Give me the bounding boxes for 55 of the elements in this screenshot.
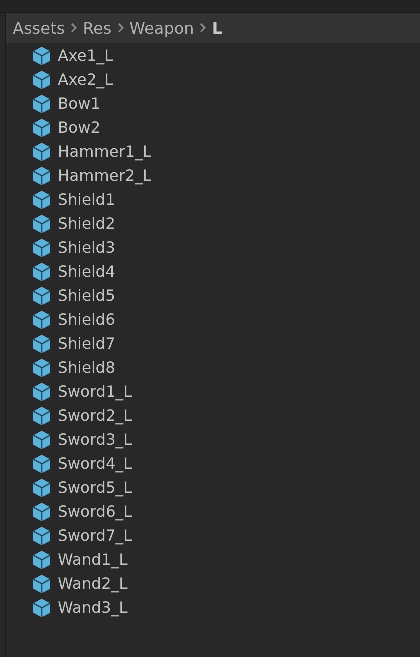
cube-icon xyxy=(32,46,52,66)
cube-icon xyxy=(32,382,52,402)
breadcrumb-item[interactable]: Res xyxy=(83,18,112,38)
cube-icon xyxy=(32,238,52,258)
chevron-icon xyxy=(70,22,78,34)
cube-icon xyxy=(32,190,52,210)
cube-icon xyxy=(32,214,52,234)
cube-icon xyxy=(32,574,52,594)
cube-icon xyxy=(32,358,52,378)
cube-icon xyxy=(32,478,52,498)
asset-name[interactable]: Sword4_L xyxy=(58,455,132,473)
cube-icon xyxy=(32,502,52,522)
asset-name[interactable]: Bow2 xyxy=(58,119,101,137)
cube-icon xyxy=(32,310,52,330)
chevron-icon xyxy=(116,22,125,34)
cube-icon xyxy=(32,550,52,570)
cube-icon xyxy=(32,406,52,426)
asset-name[interactable]: Wand3_L xyxy=(58,599,128,617)
asset-name[interactable]: Shield6 xyxy=(58,311,116,329)
asset-name[interactable]: Wand2_L xyxy=(58,575,128,593)
cube-icon xyxy=(32,94,52,114)
asset-name[interactable]: Sword1_L xyxy=(58,383,132,401)
asset-name[interactable]: Axe1_L xyxy=(58,47,114,65)
asset-name[interactable]: Shield5 xyxy=(58,287,116,305)
cube-icon xyxy=(32,454,52,474)
cube-icon xyxy=(32,262,52,282)
asset-name[interactable]: Hammer1_L xyxy=(58,143,152,161)
chevron-icon xyxy=(199,22,208,34)
breadcrumb-item[interactable]: L xyxy=(212,18,222,38)
asset-name[interactable]: Sword2_L xyxy=(58,407,132,425)
asset-name[interactable]: Shield4 xyxy=(58,263,116,281)
asset-name[interactable]: Shield2 xyxy=(58,215,116,233)
asset-name[interactable]: Sword6_L xyxy=(58,503,132,521)
asset-name[interactable]: Bow1 xyxy=(58,95,101,113)
cube-icon xyxy=(32,166,52,186)
cube-icon xyxy=(32,70,52,90)
asset-name[interactable]: Sword3_L xyxy=(58,431,132,449)
asset-name[interactable]: Shield7 xyxy=(58,335,116,353)
cube-icon xyxy=(32,430,52,450)
cube-icon xyxy=(32,118,52,138)
asset-name[interactable]: Shield1 xyxy=(58,191,116,209)
breadcrumb-item[interactable]: Weapon xyxy=(130,18,194,38)
asset-name[interactable]: Sword5_L xyxy=(58,479,132,497)
cube-icon xyxy=(32,334,52,354)
cube-icon xyxy=(32,142,52,162)
asset-name[interactable]: Axe2_L xyxy=(58,71,114,89)
cube-icon xyxy=(32,598,52,618)
breadcrumb-item[interactable]: Assets xyxy=(13,18,66,38)
asset-name[interactable]: Shield3 xyxy=(58,239,116,257)
asset-name[interactable]: Wand1_L xyxy=(58,551,128,569)
cube-icon xyxy=(32,526,52,546)
cube-icon xyxy=(32,286,52,306)
asset-name[interactable]: Sword7_L xyxy=(58,527,132,545)
asset-name[interactable]: Shield8 xyxy=(58,359,116,377)
asset-name[interactable]: Hammer2_L xyxy=(58,167,152,185)
